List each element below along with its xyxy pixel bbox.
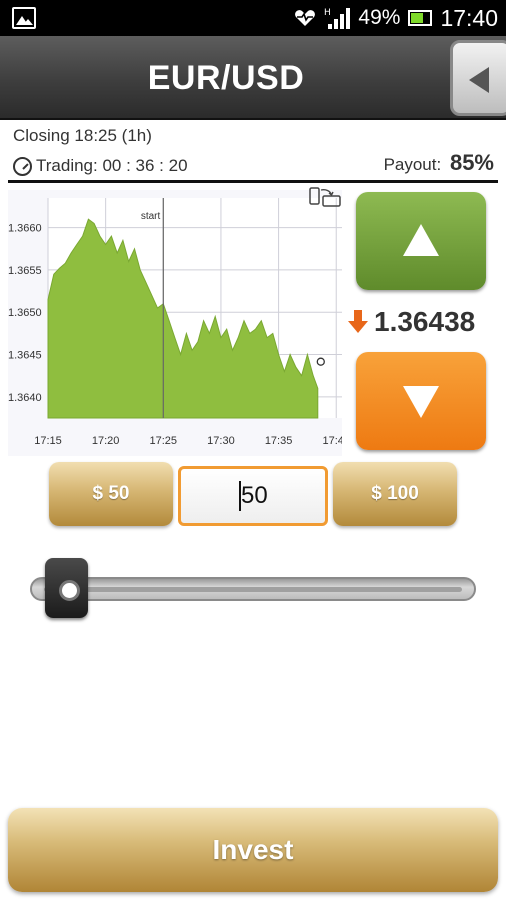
closing-time: Closing 18:25 (1h) <box>13 126 152 145</box>
amount-input[interactable]: 50 <box>178 466 328 526</box>
x-tick-label: 17:20 <box>92 435 120 447</box>
title-bar: EUR/USD <box>0 36 506 120</box>
payout-label: Payout: <box>383 155 442 174</box>
battery-percent: 49% <box>358 6 401 29</box>
y-tick-label: 1.3660 <box>8 223 42 235</box>
amount-slider-groove <box>44 587 462 592</box>
x-tick-label: 17:15 <box>34 435 62 447</box>
amount-preset-low-button[interactable]: $ 50 <box>49 462 173 526</box>
y-tick-label: 1.3650 <box>8 307 42 319</box>
amount-slider-track[interactable] <box>30 577 476 601</box>
price-chart[interactable]: 17:15 17:20 17:25 17:30 17:35 17:40 1.3660 1.36… <box>8 190 350 456</box>
gallery-icon <box>12 7 36 29</box>
up-triangle-icon <box>403 224 439 256</box>
signal-icon: H <box>324 8 351 29</box>
back-button[interactable] <box>450 40 506 116</box>
amount-preset-high-button[interactable]: $ 100 <box>333 462 457 526</box>
amount-input-value: 50 <box>241 482 268 509</box>
y-tick-label: 1.3655 <box>8 265 42 277</box>
down-triangle-icon <box>403 386 439 418</box>
trading-countdown: Trading: 00 : 36 : 20 <box>36 156 188 175</box>
price-chart-svg: 17:15 17:20 17:25 17:30 17:35 17:40 1.3660 1.36… <box>8 198 350 447</box>
heart-monitor-icon <box>295 10 316 26</box>
current-price: 1.36438 <box>348 305 475 339</box>
rotate-screen-icon[interactable] <box>309 187 341 209</box>
signal-type-label: H <box>324 8 331 18</box>
divider <box>8 180 498 183</box>
x-tick-label: 17:25 <box>150 435 178 447</box>
status-bar: H 49% 17:40 <box>0 0 506 36</box>
call-up-button[interactable] <box>356 192 486 290</box>
amount-slider-thumb[interactable] <box>45 558 88 618</box>
clock-time: 17:40 <box>440 4 498 31</box>
clock-icon <box>13 156 32 176</box>
current-price-value: 1.36438 <box>374 306 476 337</box>
payout: Payout: 85% <box>384 150 494 176</box>
trading-timer: Trading: 00 : 36 : 20 <box>13 156 188 176</box>
current-price-marker <box>316 357 325 366</box>
x-tick-label: 17:35 <box>265 435 293 447</box>
x-tick-label: 17:40 <box>322 435 342 447</box>
battery-icon <box>408 10 433 26</box>
status-icons: H 49% 17:40 <box>294 0 498 36</box>
text-cursor <box>239 481 241 511</box>
y-tick-label: 1.3645 <box>8 350 42 362</box>
start-label: start <box>141 211 161 222</box>
x-tick-label: 17:30 <box>207 435 235 447</box>
page-title: EUR/USD <box>147 59 305 97</box>
price-down-arrow-icon <box>348 310 368 334</box>
put-down-button[interactable] <box>356 352 486 450</box>
invest-button[interactable]: Invest <box>8 808 498 892</box>
payout-value: 85% <box>449 150 494 175</box>
y-tick-label: 1.3640 <box>8 392 42 404</box>
